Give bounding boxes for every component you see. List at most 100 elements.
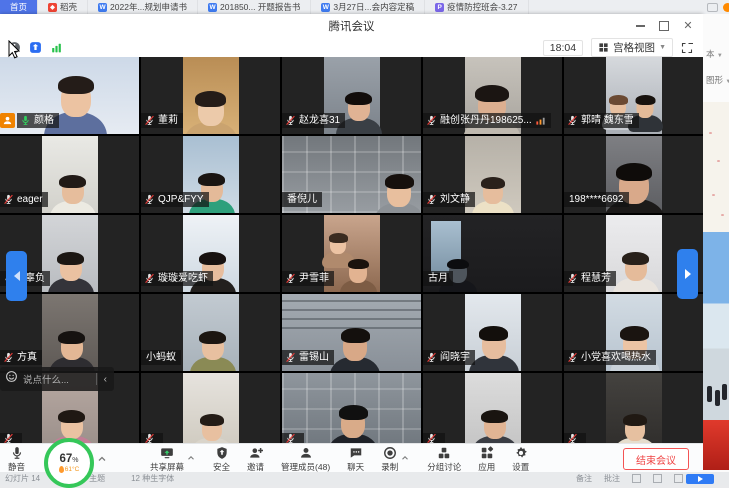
participant-video bbox=[42, 294, 98, 371]
participant-tile-3[interactable]: 融创张丹丹198625... bbox=[423, 57, 562, 134]
maximize-button[interactable] bbox=[659, 21, 669, 31]
wps-tab-1[interactable]: ◆稻壳 bbox=[38, 0, 88, 14]
apps-button[interactable]: 应用 bbox=[478, 444, 495, 473]
slideshow-play-button[interactable] bbox=[686, 474, 714, 484]
upgrade-shield-icon[interactable] bbox=[29, 41, 42, 54]
view-icon-1 bbox=[632, 474, 641, 483]
wps-tab-3[interactable]: W201850... 开题报告书 bbox=[198, 0, 311, 14]
participant-tile-21[interactable] bbox=[141, 373, 280, 443]
meeting-info-bar: 18:04 宫格视图 ▼ bbox=[0, 38, 703, 57]
participant-name: QJP&FYY bbox=[158, 192, 204, 207]
participant-tile-8[interactable]: 刘文静 bbox=[423, 136, 562, 213]
breakout-button[interactable]: 分组讨论 bbox=[427, 444, 461, 473]
end-meeting-button[interactable]: 结束会议 bbox=[623, 448, 689, 470]
statusbar-comments: 批注 bbox=[604, 473, 620, 484]
mic-muted-icon bbox=[285, 115, 296, 126]
security-button[interactable]: 安全 bbox=[213, 444, 230, 473]
person-silhouette bbox=[48, 247, 94, 292]
participant-name: 阎晓宇 bbox=[440, 350, 470, 365]
participant-name: 融创张丹丹198625... bbox=[440, 113, 532, 128]
participant-name: 雷锡山 bbox=[299, 350, 329, 365]
mic-muted-icon bbox=[3, 433, 14, 443]
participant-video bbox=[183, 373, 239, 443]
meeting-window: 腾讯会议 ✕ 18:04 宫格视图 ▼ 颜格董莉赵龙喜31融创张丹丹198625… bbox=[0, 14, 703, 472]
person-silhouette bbox=[340, 255, 378, 292]
participant-tile-22[interactable] bbox=[282, 373, 421, 443]
participant-tile-0[interactable]: 颜格 bbox=[0, 57, 139, 134]
participant-tile-10[interactable]: 心别辜负 bbox=[0, 215, 139, 292]
participant-tile-13[interactable]: 古月 bbox=[423, 215, 562, 292]
person-silhouette bbox=[50, 170, 96, 213]
participant-name-bar: 小蚂蚁 bbox=[141, 350, 181, 365]
participant-name: 方真 bbox=[17, 350, 37, 365]
record-options-caret[interactable] bbox=[400, 450, 410, 468]
participant-tile-6[interactable]: QJP&FYY bbox=[141, 136, 280, 213]
mic-muted-icon bbox=[426, 115, 437, 126]
participant-name: 古月 bbox=[428, 271, 448, 286]
mic-on-icon bbox=[20, 115, 31, 126]
fullscreen-button[interactable] bbox=[681, 42, 693, 54]
meeting-toolbar: 静音 67% 61°C 共享屏幕安全邀请管理成员(48)聊天录制分组讨论应用设置… bbox=[0, 443, 703, 473]
bg-app-photo bbox=[703, 232, 729, 420]
participant-name: 心别辜负 bbox=[5, 271, 45, 286]
tab-label: 首页 bbox=[10, 1, 27, 13]
audio-options-caret[interactable] bbox=[96, 452, 108, 464]
participant-name: eager bbox=[17, 192, 43, 207]
mic-muted-icon bbox=[426, 433, 437, 443]
participant-tile-19[interactable]: 小党喜欢喝热水 bbox=[564, 294, 703, 371]
wps-tab-4[interactable]: W3月27日...会内容定稿 bbox=[311, 0, 425, 14]
chat-button[interactable]: 聊天 bbox=[347, 444, 364, 473]
participant-video bbox=[606, 373, 662, 443]
wps-tab-0[interactable]: 首页 bbox=[0, 0, 38, 14]
participant-name-bar: 郭晴 魏东雪 bbox=[564, 113, 639, 128]
bg-app-label-shape: 图形 ▼ bbox=[703, 74, 729, 86]
mic-muted-icon bbox=[567, 352, 578, 363]
invite-button[interactable]: 邀请 bbox=[247, 444, 264, 473]
close-button[interactable]: ✕ bbox=[683, 21, 693, 31]
participant-name: 程慧芳 bbox=[581, 271, 611, 286]
participant-tile-18[interactable]: 阎晓宇 bbox=[423, 294, 562, 371]
tab-comment-icon[interactable] bbox=[707, 3, 718, 12]
participant-tile-1[interactable]: 董莉 bbox=[141, 57, 280, 134]
participant-tile-9[interactable]: 198****6692 bbox=[564, 136, 703, 213]
share-options-caret[interactable] bbox=[186, 450, 196, 468]
tab-label: 稻壳 bbox=[60, 1, 77, 13]
participant-tile-20[interactable] bbox=[0, 373, 139, 443]
invite-icon bbox=[249, 446, 263, 460]
wps-tab-5[interactable]: P疫情防控班会-3.27 bbox=[425, 0, 528, 14]
participant-tile-23[interactable] bbox=[423, 373, 562, 443]
participant-tile-2[interactable]: 赵龙喜31 bbox=[282, 57, 421, 134]
participant-name-bar bbox=[141, 433, 163, 443]
view-mode-selector[interactable]: 宫格视图 ▼ bbox=[591, 38, 673, 57]
participant-name-bar: 方真 bbox=[0, 350, 42, 365]
participant-tile-16[interactable]: 小蚂蚁 bbox=[141, 294, 280, 371]
mute-button[interactable]: 静音 bbox=[8, 446, 25, 473]
participant-tile-7[interactable]: 番倪儿 bbox=[282, 136, 421, 213]
view-icon-2 bbox=[653, 474, 662, 483]
record-button[interactable]: 录制 bbox=[381, 444, 398, 473]
bg-app-statusbar: 幻灯片 14 Office 主题 12 种生字体 备注 批注 bbox=[0, 472, 729, 485]
participant-tile-5[interactable]: eager bbox=[0, 136, 139, 213]
participant-tile-14[interactable]: 程慧芳 bbox=[564, 215, 703, 292]
network-signal-icon[interactable] bbox=[50, 41, 63, 54]
performance-ring[interactable]: 67% 61°C bbox=[44, 438, 94, 488]
participant-tile-15[interactable]: 方真 bbox=[0, 294, 139, 371]
participant-tile-4[interactable]: 郭晴 魏东雪 bbox=[564, 57, 703, 134]
person-silhouette bbox=[49, 326, 95, 371]
participant-tile-11[interactable]: 璇璇爱吃虾 bbox=[141, 215, 280, 292]
participant-name-bar: 心别辜负 bbox=[0, 271, 50, 286]
members-button[interactable]: 管理成员(48) bbox=[281, 444, 330, 473]
participant-name-bar bbox=[282, 433, 304, 443]
share-button[interactable]: 共享屏幕 bbox=[150, 444, 184, 473]
view-mode-label: 宫格视图 bbox=[613, 40, 655, 55]
share-icon bbox=[160, 446, 174, 460]
participant-tile-24[interactable] bbox=[564, 373, 703, 443]
background-app-edge: 本 ▼ 图形 ▼ bbox=[703, 14, 729, 472]
participant-tile-12[interactable]: 尹雪菲 bbox=[282, 215, 421, 292]
minimize-button[interactable] bbox=[635, 21, 645, 31]
settings-button[interactable]: 设置 bbox=[512, 444, 529, 473]
meeting-info-icon[interactable] bbox=[8, 41, 21, 54]
participant-tile-17[interactable]: 雷锡山 bbox=[282, 294, 421, 371]
wps-tab-2[interactable]: W2022年...规划申请书 bbox=[88, 0, 198, 14]
participant-video bbox=[42, 136, 98, 213]
